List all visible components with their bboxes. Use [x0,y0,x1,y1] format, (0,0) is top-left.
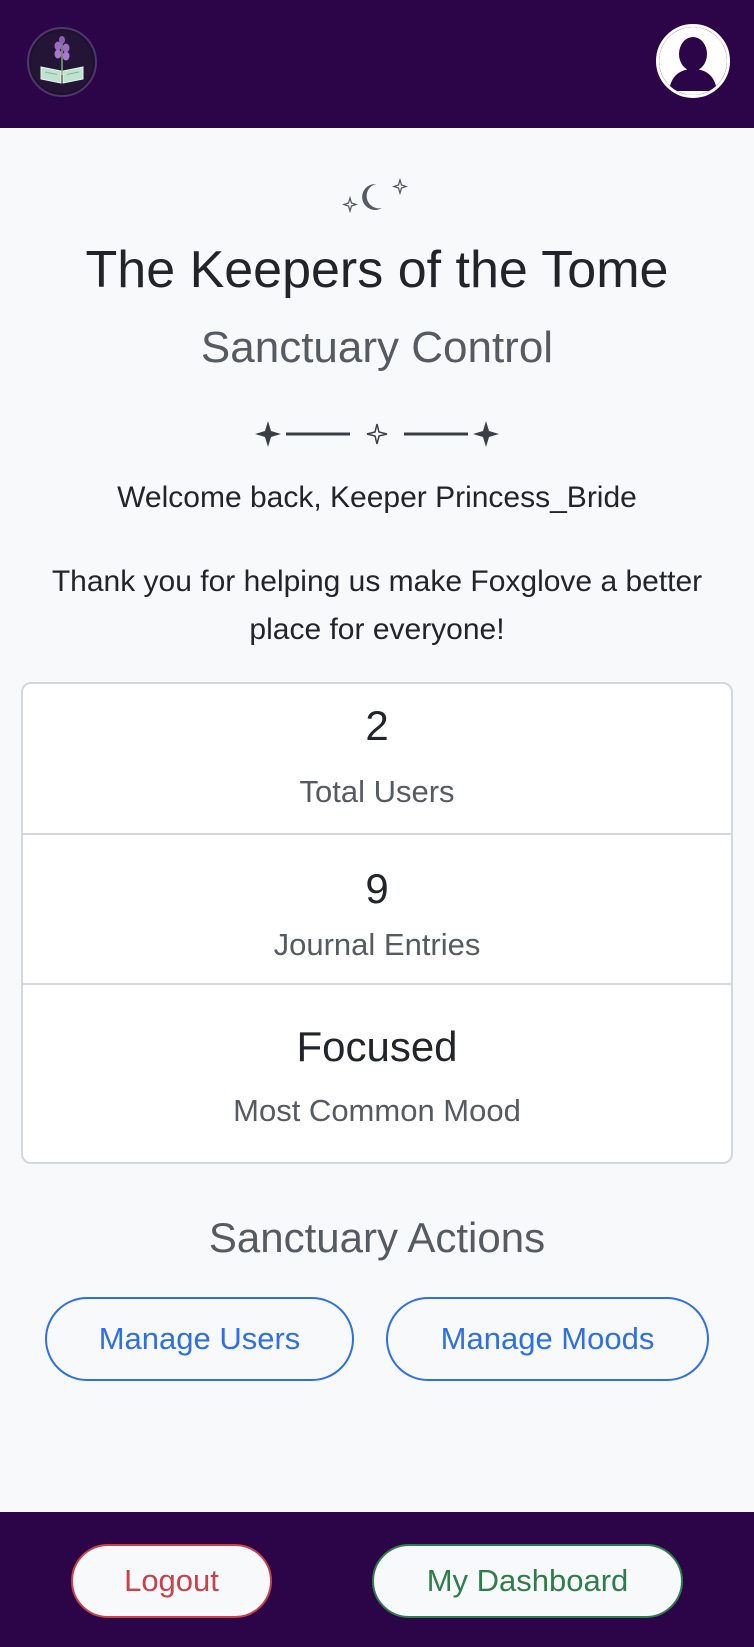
stat-most-common-mood: Focused Most Common Mood [23,983,731,1162]
thank-you-message: Thank you for helping us make Foxglove a… [51,565,703,646]
top-navbar [0,0,754,128]
logout-button[interactable]: Logout [71,1544,272,1618]
stat-value: Focused [296,1023,458,1070]
stat-value: 9 [365,865,389,912]
stats-card: 2 Total Users 9 Journal Entries Focused … [21,682,733,1164]
welcome-message: Welcome back, Keeper Princess_Bride [117,481,637,514]
foxglove-tome-logo-icon[interactable] [27,27,97,97]
stat-label: Most Common Mood [233,1093,521,1128]
moon-stars-icon [342,178,409,214]
star-divider-icon [255,421,499,447]
manage-users-button[interactable]: Manage Users [45,1297,354,1381]
page-subtitle: Sanctuary Control [200,323,554,372]
my-dashboard-button[interactable]: My Dashboard [372,1544,683,1618]
stat-journal-entries: 9 Journal Entries [23,833,731,984]
footer-bar: Logout My Dashboard [0,1512,754,1647]
user-avatar-icon[interactable] [656,24,730,98]
stat-label: Total Users [299,774,455,809]
manage-moods-button[interactable]: Manage Moods [386,1297,709,1381]
page-title: The Keepers of the Tome [85,241,669,299]
stat-total-users: 2 Total Users [23,684,731,833]
stat-label: Journal Entries [273,927,481,962]
stat-value: 2 [365,702,389,749]
sanctuary-actions-heading: Sanctuary Actions [208,1214,546,1261]
